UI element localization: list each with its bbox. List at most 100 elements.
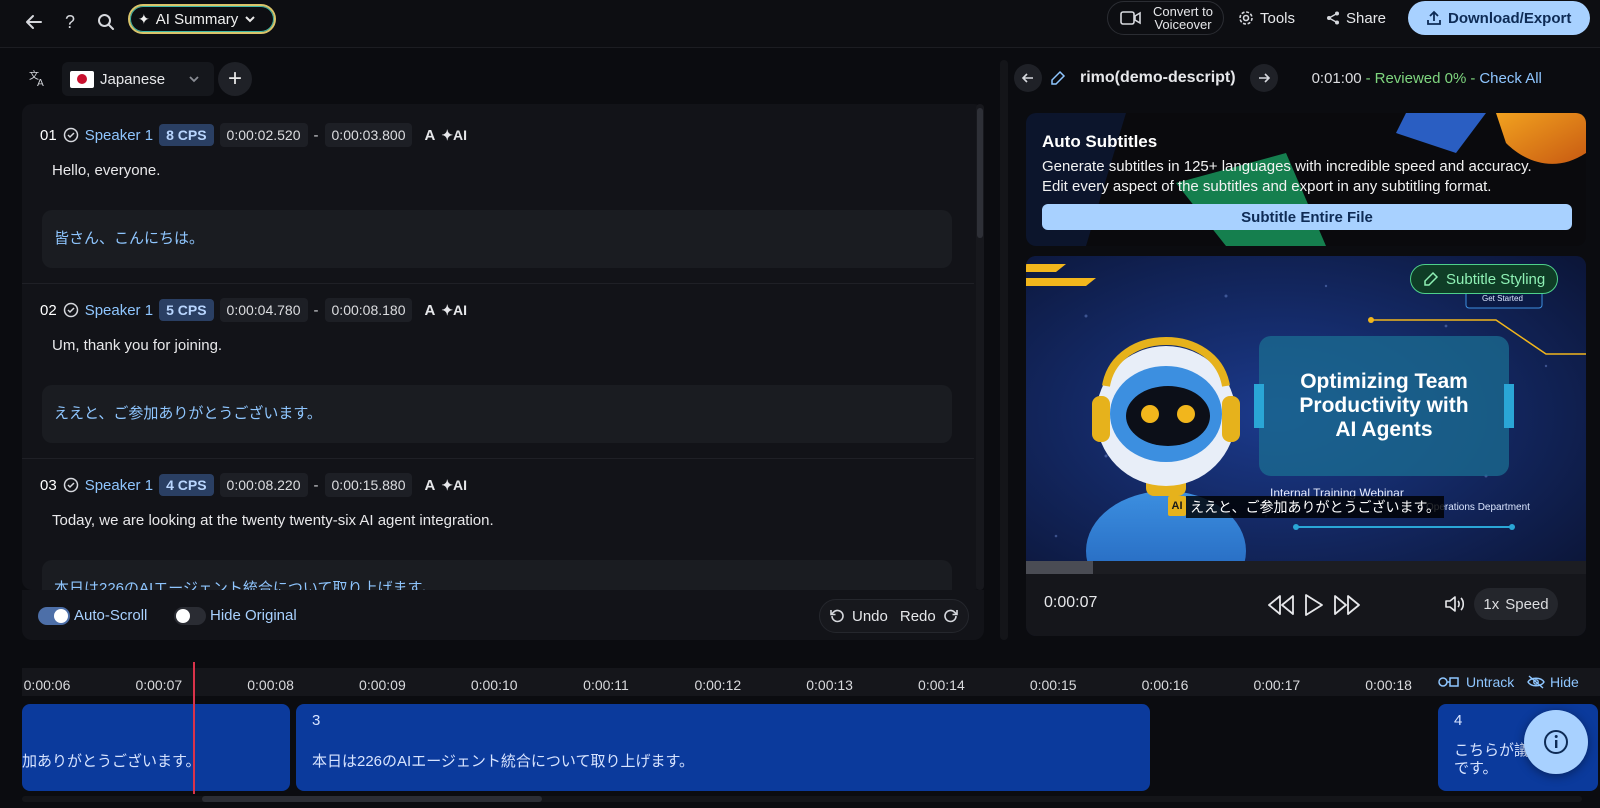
arrow-left-icon[interactable] bbox=[1014, 64, 1042, 92]
check-circle-icon[interactable] bbox=[63, 302, 79, 318]
undo-redo-group: Undo Redo bbox=[819, 599, 969, 633]
time-separator: - bbox=[313, 301, 319, 319]
speed-button[interactable]: 1x Speed bbox=[1474, 588, 1558, 620]
check-circle-icon[interactable] bbox=[63, 477, 79, 493]
speaker-label[interactable]: Speaker 1 bbox=[85, 477, 153, 494]
auto-subtitles-title: Auto Subtitles bbox=[1042, 132, 1158, 151]
ai-summary-button[interactable]: ✦ AI Summary bbox=[128, 4, 276, 34]
slide-title: Optimizing Team Productivity with AI Age… bbox=[1259, 370, 1509, 442]
ai-assist-icon[interactable]: ✦AI bbox=[441, 302, 467, 319]
timeline-clip[interactable]: 3 本日は226のAIエージェント統合について取り上げます。 bbox=[296, 704, 1150, 791]
start-time[interactable]: 0:00:02.520 bbox=[219, 123, 308, 147]
untrack-icon bbox=[1438, 676, 1460, 688]
question-icon[interactable]: ? bbox=[56, 8, 84, 36]
add-language-button[interactable]: + bbox=[218, 62, 252, 96]
video-preview[interactable]: Subtitle Styling Get Started Optimizing … bbox=[1026, 256, 1586, 636]
cps-badge: 4 CPS bbox=[159, 474, 214, 496]
segment-row[interactable]: 02 Speaker 1 5 CPS 0:00:04.780 - 0:00:08… bbox=[22, 279, 974, 459]
clip-text: こちらが議 です。 bbox=[1454, 742, 1529, 778]
untrack-button[interactable]: Untrack bbox=[1438, 668, 1514, 696]
original-text[interactable]: Hello, everyone. bbox=[52, 162, 160, 179]
check-all-link[interactable]: Check All bbox=[1479, 70, 1542, 87]
speed-value: 1x bbox=[1483, 595, 1500, 613]
arrow-left-icon[interactable] bbox=[20, 8, 48, 36]
end-time[interactable]: 0:00:03.800 bbox=[324, 123, 413, 147]
ai-assist-icon[interactable]: ✦AI bbox=[441, 477, 467, 494]
player-controls: 0:00:07 1x Speed bbox=[1026, 574, 1586, 636]
end-time[interactable]: 0:00:15.880 bbox=[324, 473, 413, 497]
end-time[interactable]: 0:00:08.180 bbox=[324, 298, 413, 322]
arrow-right-icon[interactable] bbox=[1249, 64, 1278, 92]
rewind-icon[interactable] bbox=[1266, 593, 1296, 617]
timeline-scroll-thumb[interactable] bbox=[202, 796, 542, 802]
timeline-tick: 0:00:16 bbox=[1141, 677, 1189, 693]
top-bar: ? ✦ AI Summary Convert to Voiceover Tool… bbox=[0, 0, 1600, 48]
convert-to-voiceover-button[interactable]: Convert to Voiceover bbox=[1107, 1, 1224, 35]
text-style-icon[interactable]: A bbox=[424, 302, 435, 319]
translation-text[interactable]: ええと、ご参加ありがとうございます。 bbox=[42, 385, 952, 443]
translation-text[interactable]: 皆さん、こんにちは。 bbox=[42, 210, 952, 268]
pencil-icon bbox=[1423, 271, 1439, 287]
redo-button[interactable]: Redo bbox=[900, 608, 936, 625]
timeline-scrollbar[interactable] bbox=[22, 796, 1582, 802]
download-export-button[interactable]: Download/Export bbox=[1408, 1, 1590, 35]
speaker-label[interactable]: Speaker 1 bbox=[85, 127, 153, 144]
upload-icon bbox=[1426, 10, 1442, 26]
translation-text[interactable]: 本日は226のAIエージェント統合について取り上げます。 bbox=[42, 560, 952, 590]
undo-button[interactable]: Undo bbox=[852, 608, 888, 625]
clip-text-line-1: こちらが議 bbox=[1454, 742, 1530, 759]
transcript-panel: 文A Japanese + 01 Speaker 1 8 CPS 0:00:02… bbox=[22, 60, 984, 640]
start-time[interactable]: 0:00:04.780 bbox=[219, 298, 308, 322]
translate-icon[interactable]: 文A bbox=[28, 68, 48, 88]
video-progress-bar[interactable] bbox=[1026, 561, 1586, 574]
playhead[interactable] bbox=[193, 662, 195, 794]
project-name[interactable]: rimo(demo-descript) bbox=[1080, 69, 1236, 87]
segment-header: 01 Speaker 1 8 CPS 0:00:02.520 - 0:00:03… bbox=[40, 122, 467, 148]
timeline-tick: 0:00:14 bbox=[918, 677, 965, 693]
check-circle-icon[interactable] bbox=[63, 127, 79, 143]
panel-divider[interactable] bbox=[1000, 60, 1008, 640]
undo-icon[interactable] bbox=[828, 607, 846, 625]
segment-row[interactable]: 03 Speaker 1 4 CPS 0:00:08.220 - 0:00:15… bbox=[22, 454, 974, 590]
play-icon[interactable] bbox=[1300, 592, 1326, 618]
timeline-clip[interactable]: 加ありがとうございます。 bbox=[22, 704, 290, 791]
project-duration: 0:01:00 bbox=[1311, 69, 1362, 87]
speaker-label[interactable]: Speaker 1 bbox=[85, 302, 153, 319]
text-style-icon[interactable]: A bbox=[424, 477, 435, 494]
ai-assist-icon[interactable]: ✦AI bbox=[441, 127, 467, 144]
tools-button[interactable]: Tools bbox=[1238, 1, 1295, 35]
language-select[interactable]: Japanese bbox=[62, 62, 214, 96]
volume-icon[interactable] bbox=[1444, 594, 1466, 614]
reviewed-status: Reviewed 0% bbox=[1374, 69, 1467, 87]
edit-icon[interactable] bbox=[1050, 70, 1066, 86]
hide-button[interactable]: Hide bbox=[1527, 668, 1579, 696]
segment-header: 02 Speaker 1 5 CPS 0:00:04.780 - 0:00:08… bbox=[40, 297, 467, 323]
download-export-label: Download/Export bbox=[1448, 9, 1572, 27]
timeline-ruler[interactable]: 0:00:06 0:00:07 0:00:08 0:00:09 0:00:10 0:00:… bbox=[22, 668, 1600, 696]
info-icon[interactable] bbox=[1524, 710, 1588, 774]
segment-number: 03 bbox=[40, 476, 57, 494]
clip-number: 3 bbox=[312, 712, 321, 729]
text-style-icon[interactable]: A bbox=[424, 127, 435, 144]
auto-subtitles-card: Auto Subtitles Generate subtitles in 125… bbox=[1026, 113, 1586, 246]
start-time[interactable]: 0:00:08.220 bbox=[219, 473, 308, 497]
fast-forward-icon[interactable] bbox=[1332, 593, 1362, 617]
clip-text-line-2: です。 bbox=[1454, 760, 1498, 777]
clip-text: 本日は226のAIエージェント統合について取り上げます。 bbox=[312, 753, 694, 770]
burned-in-subtitle: ええと、ご参加ありがとうございます。 bbox=[1186, 496, 1445, 518]
language-row: 文A Japanese + bbox=[22, 60, 984, 100]
eye-off-icon bbox=[1527, 675, 1545, 689]
timeline-tick: 0:00:08 bbox=[247, 677, 294, 693]
original-text[interactable]: Today, we are looking at the twenty twen… bbox=[52, 512, 494, 529]
share-button[interactable]: Share bbox=[1326, 1, 1386, 35]
segment-row[interactable]: 01 Speaker 1 8 CPS 0:00:02.520 - 0:00:03… bbox=[22, 104, 974, 284]
search-icon[interactable] bbox=[92, 8, 120, 36]
original-text[interactable]: Um, thank you for joining. bbox=[52, 337, 222, 354]
auto-subtitles-desc-2: Edit every aspect of the subtitles and e… bbox=[1042, 178, 1492, 195]
hide-original-toggle[interactable] bbox=[174, 607, 206, 625]
redo-icon[interactable] bbox=[942, 607, 960, 625]
transcript-scrollbar[interactable] bbox=[976, 104, 984, 590]
subtitle-entire-file-button[interactable]: Subtitle Entire File bbox=[1042, 204, 1572, 230]
subtitle-styling-button[interactable]: Subtitle Styling bbox=[1410, 264, 1559, 294]
auto-scroll-toggle[interactable] bbox=[38, 607, 70, 625]
